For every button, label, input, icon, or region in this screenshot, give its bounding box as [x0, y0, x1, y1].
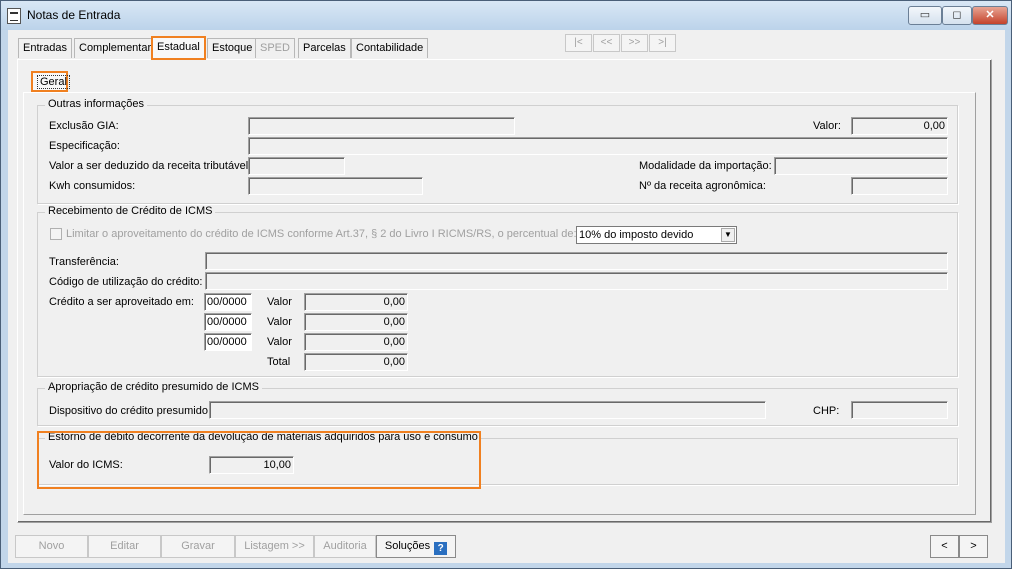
valor-deduzido-label: Valor a ser deduzido da receita tributáv…: [49, 160, 252, 172]
outras-informacoes-legend: Outras informações: [45, 98, 147, 110]
limitar-label: Limitar o aproveitamento do crédito de I…: [66, 228, 577, 240]
percentual-value: 10% do imposto devido: [579, 229, 694, 241]
codigo-utilizacao-field[interactable]: [205, 272, 948, 290]
modalidade-importacao-field[interactable]: [774, 157, 948, 175]
subtab-geral[interactable]: Geral: [31, 71, 70, 92]
total-label: Total: [267, 356, 291, 368]
outras-informacoes-group: Outras informações Exclusão GIA: Valor: …: [37, 98, 958, 204]
client-area: Entradas Complementar Estadual Estoque S…: [8, 30, 1005, 563]
estorno-highlight-box: [37, 431, 481, 489]
credito-aproveitado-label: Crédito a ser aproveitado em:: [49, 296, 194, 308]
recebimento-credito-group: Recebimento de Crédito de ICMS Limitar o…: [37, 205, 958, 377]
receita-agronomica-field[interactable]: [851, 177, 948, 195]
chp-field[interactable]: [851, 401, 948, 419]
valor-field[interactable]: 0,00: [851, 117, 948, 135]
valor-field-3[interactable]: 0,00: [304, 333, 408, 351]
solucoes-label: Soluções: [384, 540, 431, 552]
help-icon: ?: [434, 542, 448, 555]
valor-field-1[interactable]: 0,00: [304, 293, 408, 311]
subtab-geral-label: Geral: [37, 75, 70, 89]
kwh-consumidos-label: Kwh consumidos:: [49, 180, 136, 192]
document-icon: [7, 8, 21, 24]
exclusao-gia-label: Exclusão GIA:: [49, 120, 119, 132]
tab-estadual[interactable]: Estadual: [151, 36, 206, 60]
tab-entradas[interactable]: Entradas: [18, 38, 73, 58]
title-bar: Notas de Entrada ▭ ◻ ✕: [1, 1, 1011, 30]
dispositivo-label: Dispositivo do crédito presumido:: [49, 405, 212, 417]
transferencia-label: Transferência:: [49, 256, 119, 268]
recebimento-credito-legend: Recebimento de Crédito de ICMS: [45, 205, 216, 217]
minimize-button[interactable]: ▭: [908, 6, 942, 25]
tab-contabilidade[interactable]: Contabilidade: [351, 38, 429, 58]
tab-complementar[interactable]: Complementar: [74, 38, 157, 58]
dispositivo-field[interactable]: [209, 401, 766, 419]
nav-prev-button: <<: [593, 34, 620, 52]
valor-deduzido-field[interactable]: [248, 157, 345, 175]
previous-record-button[interactable]: <: [930, 535, 959, 558]
restore-button[interactable]: ◻: [942, 6, 972, 25]
periodo-field-3[interactable]: 00/0000: [204, 333, 252, 351]
apropriacao-credito-group: Apropriação de crédito presumido de ICMS…: [37, 381, 958, 426]
nav-next-button: >>: [621, 34, 648, 52]
kwh-consumidos-field[interactable]: [248, 177, 423, 195]
receita-agronomica-label: Nº da receita agronômica:: [639, 180, 766, 192]
percentual-dropdown[interactable]: 10% do imposto devido ▼: [576, 226, 737, 244]
close-button[interactable]: ✕: [972, 6, 1008, 25]
notas-de-entrada-window: Notas de Entrada ▭ ◻ ✕ Entradas Compleme…: [0, 0, 1012, 569]
auditoria-button: Auditoria: [314, 535, 376, 558]
modalidade-importacao-label: Modalidade da importação:: [639, 160, 772, 172]
solucoes-button[interactable]: Soluções?: [376, 535, 456, 558]
valor-label-1: Valor: [267, 296, 292, 308]
gravar-button: Gravar: [161, 535, 235, 558]
tab-sped: SPED: [255, 38, 295, 58]
chp-label: CHP:: [813, 405, 840, 417]
exclusao-gia-field[interactable]: [248, 117, 515, 135]
codigo-utilizacao-label: Código de utilização do crédito:: [49, 276, 203, 288]
limitar-checkbox[interactable]: [50, 228, 62, 240]
valor-label-2: Valor: [267, 316, 292, 328]
novo-button: Novo: [15, 535, 88, 558]
periodo-field-2[interactable]: 00/0000: [204, 313, 252, 331]
chevron-down-icon[interactable]: ▼: [721, 228, 735, 242]
especificacao-label: Especificação:: [49, 140, 120, 152]
tab-parcelas[interactable]: Parcelas: [298, 38, 351, 58]
tab-estoque[interactable]: Estoque: [207, 38, 258, 58]
apropriacao-credito-legend: Apropriação de crédito presumido de ICMS: [45, 381, 262, 393]
valor-label: Valor:: [813, 120, 841, 132]
nav-last-button: >|: [649, 34, 676, 52]
valor-label-3: Valor: [267, 336, 292, 348]
listagem-button: Listagem >>: [235, 535, 314, 558]
periodo-field-1[interactable]: 00/0000: [204, 293, 252, 311]
especificacao-field[interactable]: [248, 137, 948, 155]
window-title: Notas de Entrada: [27, 8, 121, 22]
nav-first-button: |<: [565, 34, 592, 52]
editar-button: Editar: [88, 535, 161, 558]
valor-field-2[interactable]: 0,00: [304, 313, 408, 331]
total-field: 0,00: [304, 353, 408, 371]
transferencia-field[interactable]: [205, 252, 948, 270]
next-record-button[interactable]: >: [959, 535, 988, 558]
